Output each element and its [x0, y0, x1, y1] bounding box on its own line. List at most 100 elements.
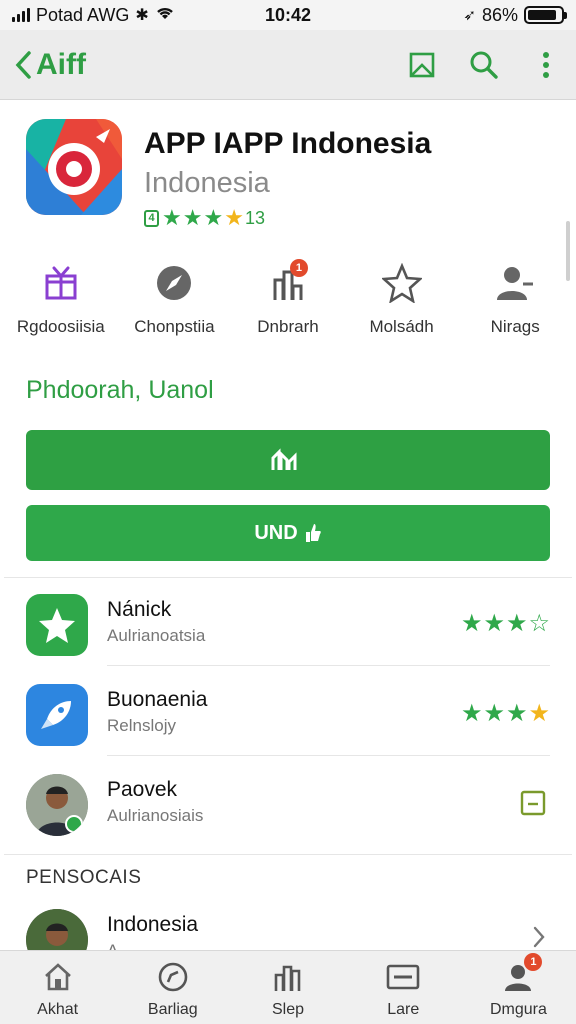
chart-icon: 1	[266, 259, 310, 305]
status-bar: Potad AWG ✱ 10:42 ➶ 86%	[0, 0, 576, 30]
rating-count: 13	[244, 207, 265, 228]
tab-discover[interactable]: Barliag	[115, 951, 230, 1024]
notification-badge: 1	[289, 259, 308, 277]
list-item-subtitle: Relnslojy	[107, 716, 176, 735]
list-item[interactable]: Buonaenia Relnslojy ★ ★ ★ ★	[26, 672, 550, 756]
bookmark-icon	[409, 52, 435, 77]
app-screen: Potad AWG ✱ 10:42 ➶ 86% Aiff APP IAPP In…	[0, 0, 576, 1024]
star-icon: ★	[460, 610, 483, 637]
category-label: Rgdoosiisia	[16, 317, 105, 336]
tab-profile[interactable]: 1 Dmgura	[461, 951, 576, 1024]
tab-home[interactable]: Akhat	[0, 951, 115, 1024]
star-icon: ★	[460, 700, 483, 727]
chart-icon	[271, 448, 297, 470]
home-icon	[40, 959, 76, 995]
edit-button[interactable]	[520, 790, 546, 821]
tab-label: Akhat	[37, 1001, 79, 1018]
chevron-right-icon	[532, 925, 546, 950]
star-outline-icon	[380, 261, 424, 305]
divider	[107, 665, 550, 666]
category-gift[interactable]: Rgdoosiisia	[4, 261, 118, 341]
section-header: PENSOCAIS	[26, 867, 142, 888]
gift-icon	[39, 261, 83, 305]
search-button[interactable]	[468, 49, 500, 81]
nav-actions	[406, 49, 562, 81]
category-star[interactable]: Molsádh	[345, 261, 459, 341]
list-item-rating: ★ ★ ★ ★	[461, 702, 550, 726]
secondary-action-button[interactable]: UND	[26, 505, 550, 561]
nav-bar: Aiff	[0, 30, 576, 100]
location-icon: ➶	[463, 7, 476, 24]
star-icon: ★	[224, 205, 244, 230]
category-compass[interactable]: Chonpstiia	[118, 261, 232, 341]
divider	[107, 755, 550, 756]
tab-stats[interactable]: Slep	[230, 951, 345, 1024]
list-item-title: Indonesia	[107, 913, 199, 936]
list-item-title: Nánick	[107, 598, 172, 621]
category-person[interactable]: Nirags	[458, 261, 572, 341]
age-rating-badge: 4	[144, 209, 159, 227]
list-item-subtitle: Aulrianoatsia	[107, 626, 206, 645]
card-icon	[385, 959, 421, 995]
compass-icon	[152, 261, 196, 305]
star-icon: ★	[483, 700, 505, 727]
avatar	[26, 909, 88, 950]
main-content: APP IAPP Indonesia Indonesia 4 ★ ★ ★ ★ 1…	[4, 101, 572, 950]
category-row: Rgdoosiisia Chonpstiia 1 Dnbrarh Molsádh…	[4, 259, 572, 341]
app-logo-icon	[26, 119, 122, 215]
rocket-app-icon	[26, 684, 88, 746]
tab-bar: Akhat Barliag Slep Lare 1 Dmgura	[0, 950, 576, 1024]
star-icon: ★	[505, 700, 528, 727]
star-icon: ★	[162, 205, 182, 230]
divider	[4, 854, 572, 855]
tab-label: Slep	[271, 1001, 305, 1018]
list-item-title: Paovek	[107, 778, 178, 801]
thumbs-up-icon	[305, 524, 321, 542]
carrier-label: Potad AWG	[36, 4, 130, 25]
category-chart[interactable]: 1 Dnbrarh	[231, 259, 345, 341]
bookmark-button[interactable]	[406, 49, 438, 81]
app-header: APP IAPP Indonesia Indonesia 4 ★ ★ ★ ★ 1…	[26, 119, 556, 229]
avatar	[26, 774, 88, 836]
battery-icon	[524, 6, 567, 24]
more-button[interactable]	[530, 49, 562, 81]
tab-label: Dmgura	[489, 1001, 547, 1018]
list-item-rating: ★ ★ ★ ☆	[461, 612, 550, 636]
secondary-action-label: UND	[254, 521, 298, 544]
list-item[interactable]: Nánick Aulrianoatsia ★ ★ ★ ☆	[26, 582, 550, 666]
section-link[interactable]: Phdoorah, Uanol	[26, 376, 214, 405]
star-icon: ★	[505, 610, 528, 637]
list-item-title: Buonaenia	[107, 688, 208, 711]
back-button[interactable]: Aiff	[14, 48, 86, 82]
more-vertical-icon	[543, 51, 549, 78]
app-title: APP IAPP Indonesia	[144, 127, 432, 160]
chevron-left-icon	[15, 50, 31, 79]
chart-icon	[270, 959, 306, 995]
category-label: Dnbrarh	[257, 317, 319, 336]
category-label: Chonpstiia	[134, 317, 215, 336]
primary-action-button[interactable]	[26, 430, 550, 490]
divider	[4, 577, 572, 578]
list-item-subtitle: Aulrianosiais	[107, 806, 204, 825]
tab-label: Lare	[387, 1001, 420, 1018]
star-icon: ★	[528, 700, 550, 727]
list-item[interactable]: Paovek Aulrianosiais	[26, 762, 550, 846]
category-label: Nirags	[490, 317, 540, 336]
edit-icon	[520, 790, 546, 816]
signal-icon	[12, 8, 30, 22]
star-app-icon	[26, 594, 88, 656]
star-icon: ★	[483, 610, 505, 637]
wifi-icon	[155, 5, 175, 26]
tab-cards[interactable]: Lare	[346, 951, 461, 1024]
status-right: ➶ 86%	[364, 5, 567, 26]
list-item[interactable]: Indonesia A...	[26, 897, 550, 950]
search-icon	[470, 51, 498, 79]
notification-badge: 1	[524, 953, 543, 971]
status-left: Potad AWG ✱	[12, 5, 212, 26]
status-time: 10:42	[264, 4, 312, 25]
app-rating: 4 ★ ★ ★ ★ 13	[144, 207, 265, 229]
list-item-subtitle: A...	[107, 941, 133, 950]
star-icon: ★	[182, 205, 203, 230]
profile-icon: 1	[500, 953, 543, 995]
category-label: Molsádh	[369, 317, 434, 336]
